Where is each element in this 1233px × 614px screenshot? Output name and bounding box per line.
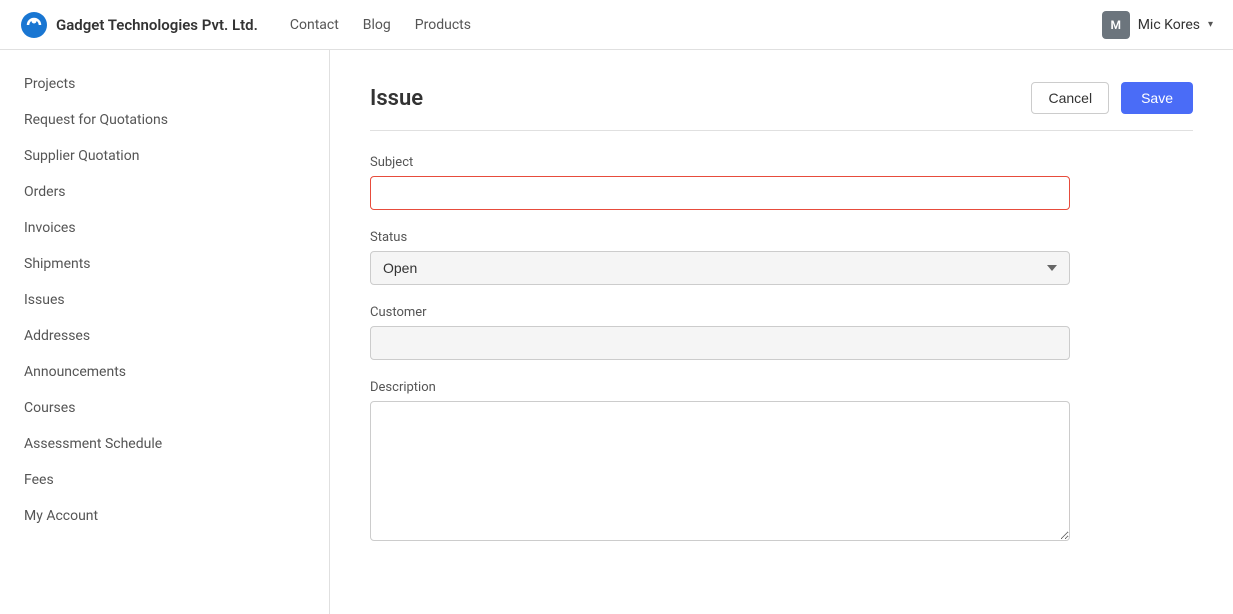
cancel-button[interactable]: Cancel [1031, 82, 1109, 114]
sidebar-item-fees[interactable]: Fees [0, 462, 329, 498]
status-label: Status [370, 230, 1070, 245]
description-label: Description [370, 380, 1070, 395]
description-group: Description [370, 380, 1070, 545]
page-title: Issue [370, 86, 423, 111]
user-menu: M Mic Kores ▾ [1102, 11, 1213, 39]
nav-blog[interactable]: Blog [363, 17, 391, 33]
subject-label: Subject [370, 155, 1070, 170]
status-select[interactable]: Open In Progress Closed [370, 251, 1070, 285]
sidebar-item-projects[interactable]: Projects [0, 66, 329, 102]
user-avatar: M [1102, 11, 1130, 39]
sidebar-item-issues[interactable]: Issues [0, 282, 329, 318]
nav-products[interactable]: Products [415, 17, 471, 33]
sidebar-item-invoices[interactable]: Invoices [0, 210, 329, 246]
customer-input[interactable] [370, 326, 1070, 360]
brand-logo [20, 11, 48, 39]
sidebar-item-my-account[interactable]: My Account [0, 498, 329, 534]
user-dropdown-caret[interactable]: ▾ [1208, 19, 1213, 30]
brand-name: Gadget Technologies Pvt. Ltd. [56, 16, 258, 34]
brand: Gadget Technologies Pvt. Ltd. [20, 11, 258, 39]
sidebar-item-assessment-schedule[interactable]: Assessment Schedule [0, 426, 329, 462]
user-name[interactable]: Mic Kores [1138, 17, 1200, 33]
header-actions: Cancel Save [1031, 82, 1193, 114]
sidebar-item-shipments[interactable]: Shipments [0, 246, 329, 282]
description-textarea[interactable] [370, 401, 1070, 541]
navbar: Gadget Technologies Pvt. Ltd. Contact Bl… [0, 0, 1233, 50]
sidebar-item-orders[interactable]: Orders [0, 174, 329, 210]
customer-label: Customer [370, 305, 1070, 320]
page-header: Issue Cancel Save [370, 82, 1193, 131]
status-group: Status Open In Progress Closed [370, 230, 1070, 285]
nav-contact[interactable]: Contact [290, 17, 339, 33]
save-button[interactable]: Save [1121, 82, 1193, 114]
main-content: Issue Cancel Save Subject Status Open In… [330, 50, 1233, 614]
sidebar-item-rfq[interactable]: Request for Quotations [0, 102, 329, 138]
sidebar-item-addresses[interactable]: Addresses [0, 318, 329, 354]
layout: Projects Request for Quotations Supplier… [0, 50, 1233, 614]
subject-input[interactable] [370, 176, 1070, 210]
sidebar-item-courses[interactable]: Courses [0, 390, 329, 426]
subject-group: Subject [370, 155, 1070, 210]
sidebar-item-announcements[interactable]: Announcements [0, 354, 329, 390]
sidebar-item-supplier-quotation[interactable]: Supplier Quotation [0, 138, 329, 174]
customer-group: Customer [370, 305, 1070, 360]
issue-form: Subject Status Open In Progress Closed C… [370, 155, 1070, 545]
sidebar: Projects Request for Quotations Supplier… [0, 50, 330, 614]
